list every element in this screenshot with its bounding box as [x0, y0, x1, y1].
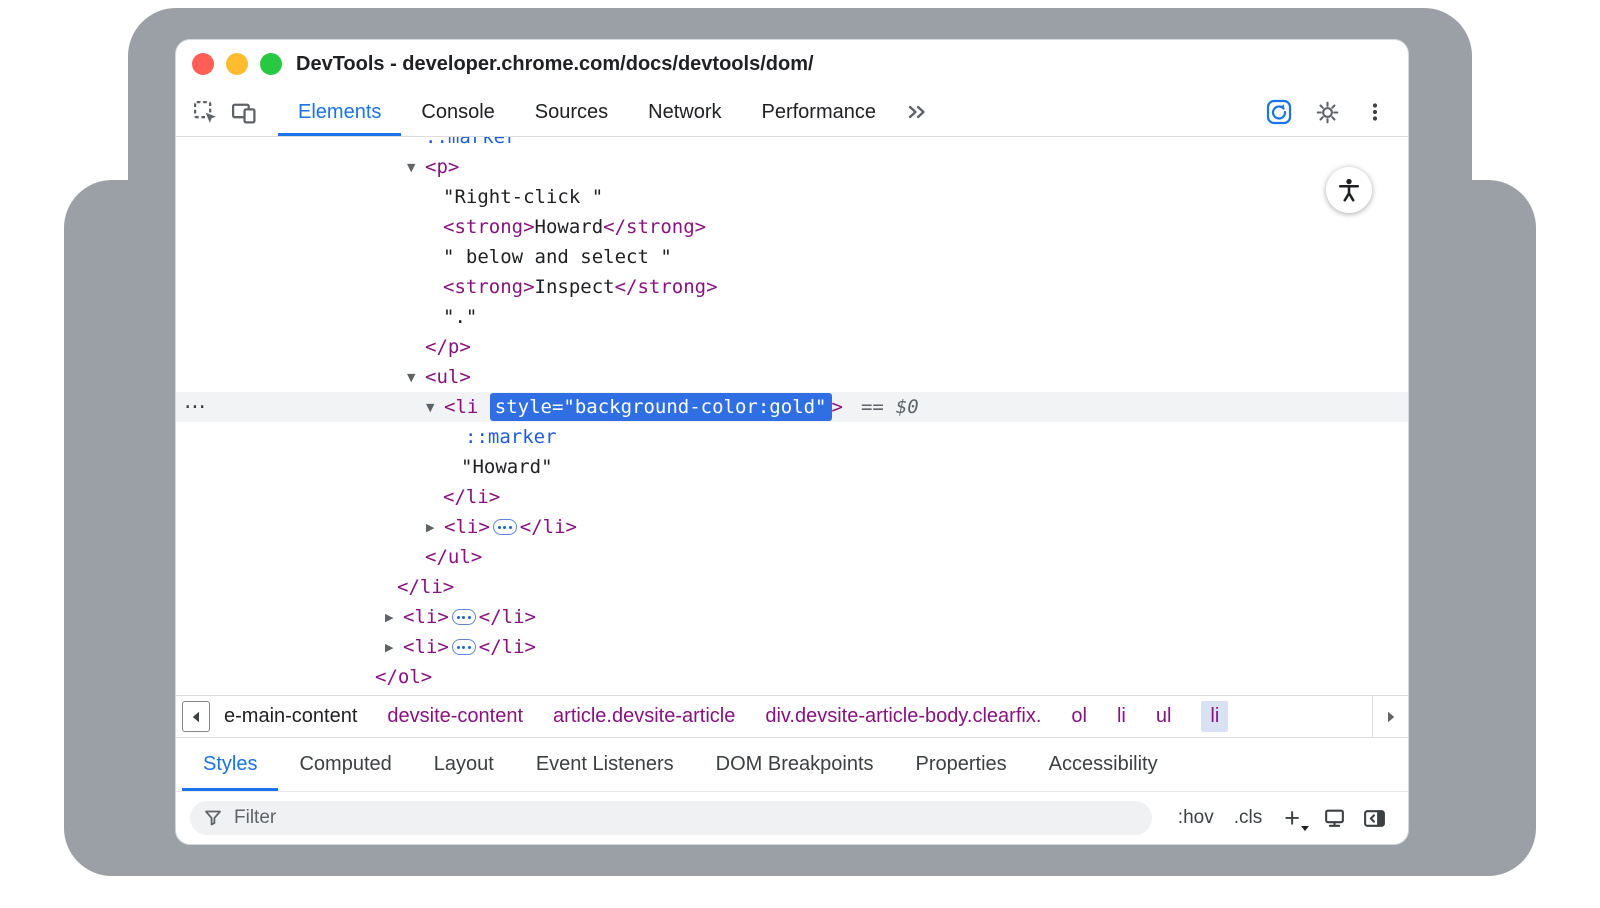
text-node: " below and select ": [443, 246, 672, 268]
tab-event-listeners[interactable]: Event Listeners: [515, 738, 695, 791]
more-actions-icon[interactable]: ⋯: [184, 395, 206, 420]
pseudo-state-toggle[interactable]: :hov: [1178, 807, 1214, 829]
expanded-arrow-icon[interactable]: ▼: [407, 162, 425, 173]
expand-ellipsis-button[interactable]: [452, 609, 476, 625]
collapsed-arrow-icon[interactable]: ▶: [385, 642, 403, 653]
tree-line-li-collapsed[interactable]: ▶ <li></li>: [176, 632, 1408, 662]
tree-line-text[interactable]: ".": [176, 302, 1408, 332]
scroll-right-icon: [1383, 709, 1399, 725]
element-classes-toggle[interactable]: .cls: [1234, 807, 1263, 829]
window-title: DevTools - developer.chrome.com/docs/dev…: [296, 53, 814, 76]
scroll-left-icon: [188, 709, 204, 725]
tab-computed[interactable]: Computed: [278, 738, 412, 791]
tree-line-ol-close[interactable]: </ol>: [176, 662, 1408, 692]
tab-elements[interactable]: Elements: [278, 88, 401, 136]
tree-line-p-open[interactable]: ▼ <p>: [176, 152, 1408, 182]
expanded-arrow-icon[interactable]: ▼: [407, 372, 425, 383]
text-node: Howard: [535, 216, 604, 238]
tab-layout[interactable]: Layout: [413, 738, 515, 791]
breadcrumb-item[interactable]: devsite-content: [387, 705, 523, 728]
tab-properties[interactable]: Properties: [895, 738, 1028, 791]
tree-line-li-close[interactable]: </li>: [176, 482, 1408, 512]
new-style-rule-button[interactable]: +: [1284, 805, 1300, 832]
highlighted-style-attribute[interactable]: style="background-color:gold": [490, 393, 832, 421]
tab-styles[interactable]: Styles: [182, 738, 278, 791]
tab-console[interactable]: Console: [401, 88, 514, 136]
breadcrumb-item[interactable]: li: [1117, 705, 1126, 728]
tab-accessibility[interactable]: Accessibility: [1028, 738, 1179, 791]
inspect-cursor-icon[interactable]: [186, 88, 224, 136]
kebab-menu-icon[interactable]: [1356, 100, 1394, 124]
maximize-window-button[interactable]: [260, 53, 282, 75]
tab-network[interactable]: Network: [628, 88, 741, 136]
styles-pane-tabs: Styles Computed Layout Event Listeners D…: [176, 737, 1408, 792]
selected-tree-line[interactable]: ⋯ ▼ <li style="background-color:gold"> =…: [176, 392, 1408, 422]
tree-line-strong-inspect[interactable]: <strong>Inspect</strong>: [176, 272, 1408, 302]
gear-icon[interactable]: [1308, 100, 1346, 125]
device-toolbar-icon[interactable]: [224, 88, 262, 136]
tree-line-ul-close[interactable]: </ul>: [176, 542, 1408, 572]
tab-performance[interactable]: Performance: [742, 88, 897, 136]
text-node: Inspect: [535, 276, 615, 298]
panel-tabs: Elements Console Sources Network Perform…: [278, 88, 938, 136]
expand-ellipsis-button[interactable]: [493, 519, 517, 535]
collapsed-arrow-icon[interactable]: ▶: [426, 522, 444, 533]
pseudo-element-label: ::marker: [465, 426, 557, 448]
breadcrumb-item[interactable]: ol: [1071, 705, 1087, 728]
scroll-left-button[interactable]: [182, 701, 210, 732]
tree-line-ul-open[interactable]: ▼ <ul>: [176, 362, 1408, 392]
scroll-right-button[interactable]: [1372, 696, 1408, 737]
toolbar-right: [1260, 88, 1398, 136]
tree-line-li-collapsed[interactable]: ▶ <li></li>: [176, 512, 1408, 542]
tree-line-p-close[interactable]: </p>: [176, 332, 1408, 362]
expand-ellipsis-button[interactable]: [452, 639, 476, 655]
equals-sign: ==: [861, 396, 884, 418]
pseudo-element-label: ::marker: [425, 137, 517, 148]
page: DevTools - developer.chrome.com/docs/dev…: [0, 0, 1600, 908]
breadcrumb: e-main-content devsite-content article.d…: [210, 696, 1372, 737]
text-node: ".": [443, 306, 477, 328]
breadcrumb-item-selected[interactable]: li: [1201, 701, 1228, 732]
chevron-double-right-icon[interactable]: [896, 88, 938, 136]
main-toolbar: Elements Console Sources Network Perform…: [176, 88, 1408, 137]
tree-line-text[interactable]: " below and select ": [176, 242, 1408, 272]
filter-input[interactable]: [190, 801, 1152, 835]
tree-line-li-collapsed[interactable]: ▶ <li></li>: [176, 602, 1408, 632]
breadcrumb-item[interactable]: e-main-content: [224, 705, 357, 728]
text-node: "Howard": [461, 456, 553, 478]
traffic-lights: [192, 53, 282, 75]
console-reference: $0: [896, 396, 919, 418]
filter-field: [190, 801, 1152, 835]
devtools-window: DevTools - developer.chrome.com/docs/dev…: [176, 40, 1408, 844]
tab-dom-breakpoints[interactable]: DOM Breakpoints: [695, 738, 895, 791]
accessibility-overlay-button[interactable]: [1326, 167, 1372, 213]
tab-sources[interactable]: Sources: [515, 88, 628, 136]
breadcrumb-item[interactable]: div.devsite-article-body.clearfix.: [765, 705, 1041, 728]
panel-toggle-icon[interactable]: [1354, 806, 1394, 831]
titlebar: DevTools - developer.chrome.com/docs/dev…: [176, 40, 1408, 88]
minimize-window-button[interactable]: [226, 53, 248, 75]
collapsed-arrow-icon[interactable]: ▶: [385, 612, 403, 623]
text-node: "Right-click ": [443, 186, 603, 208]
accessibility-person-icon: [1335, 176, 1363, 204]
expanded-arrow-icon[interactable]: ▼: [426, 402, 444, 413]
tree-line-strong-howard[interactable]: <strong>Howard</strong>: [176, 212, 1408, 242]
tree-line-marker[interactable]: ::marker: [176, 422, 1408, 452]
tree-line-marker-clipped[interactable]: ::marker: [176, 137, 1408, 152]
dom-tree: ::marker ▼ <p> "Right-click " <strong>Ho…: [176, 137, 1408, 695]
rendering-emulations-icon[interactable]: [1314, 806, 1354, 831]
dropdown-caret-icon: [1301, 826, 1309, 831]
breadcrumb-item[interactable]: article.devsite-article: [553, 705, 735, 728]
funnel-icon: [203, 808, 223, 828]
tree-line-text[interactable]: "Right-click ": [176, 182, 1408, 212]
breadcrumb-bar: e-main-content devsite-content article.d…: [176, 695, 1408, 737]
styles-filter-bar: :hov .cls +: [176, 792, 1408, 844]
tree-line-outer-li-close[interactable]: </li>: [176, 572, 1408, 602]
breadcrumb-item[interactable]: ul: [1156, 705, 1172, 728]
close-window-button[interactable]: [192, 53, 214, 75]
refresh-icon[interactable]: [1260, 99, 1298, 125]
tree-line-text[interactable]: "Howard": [176, 452, 1408, 482]
